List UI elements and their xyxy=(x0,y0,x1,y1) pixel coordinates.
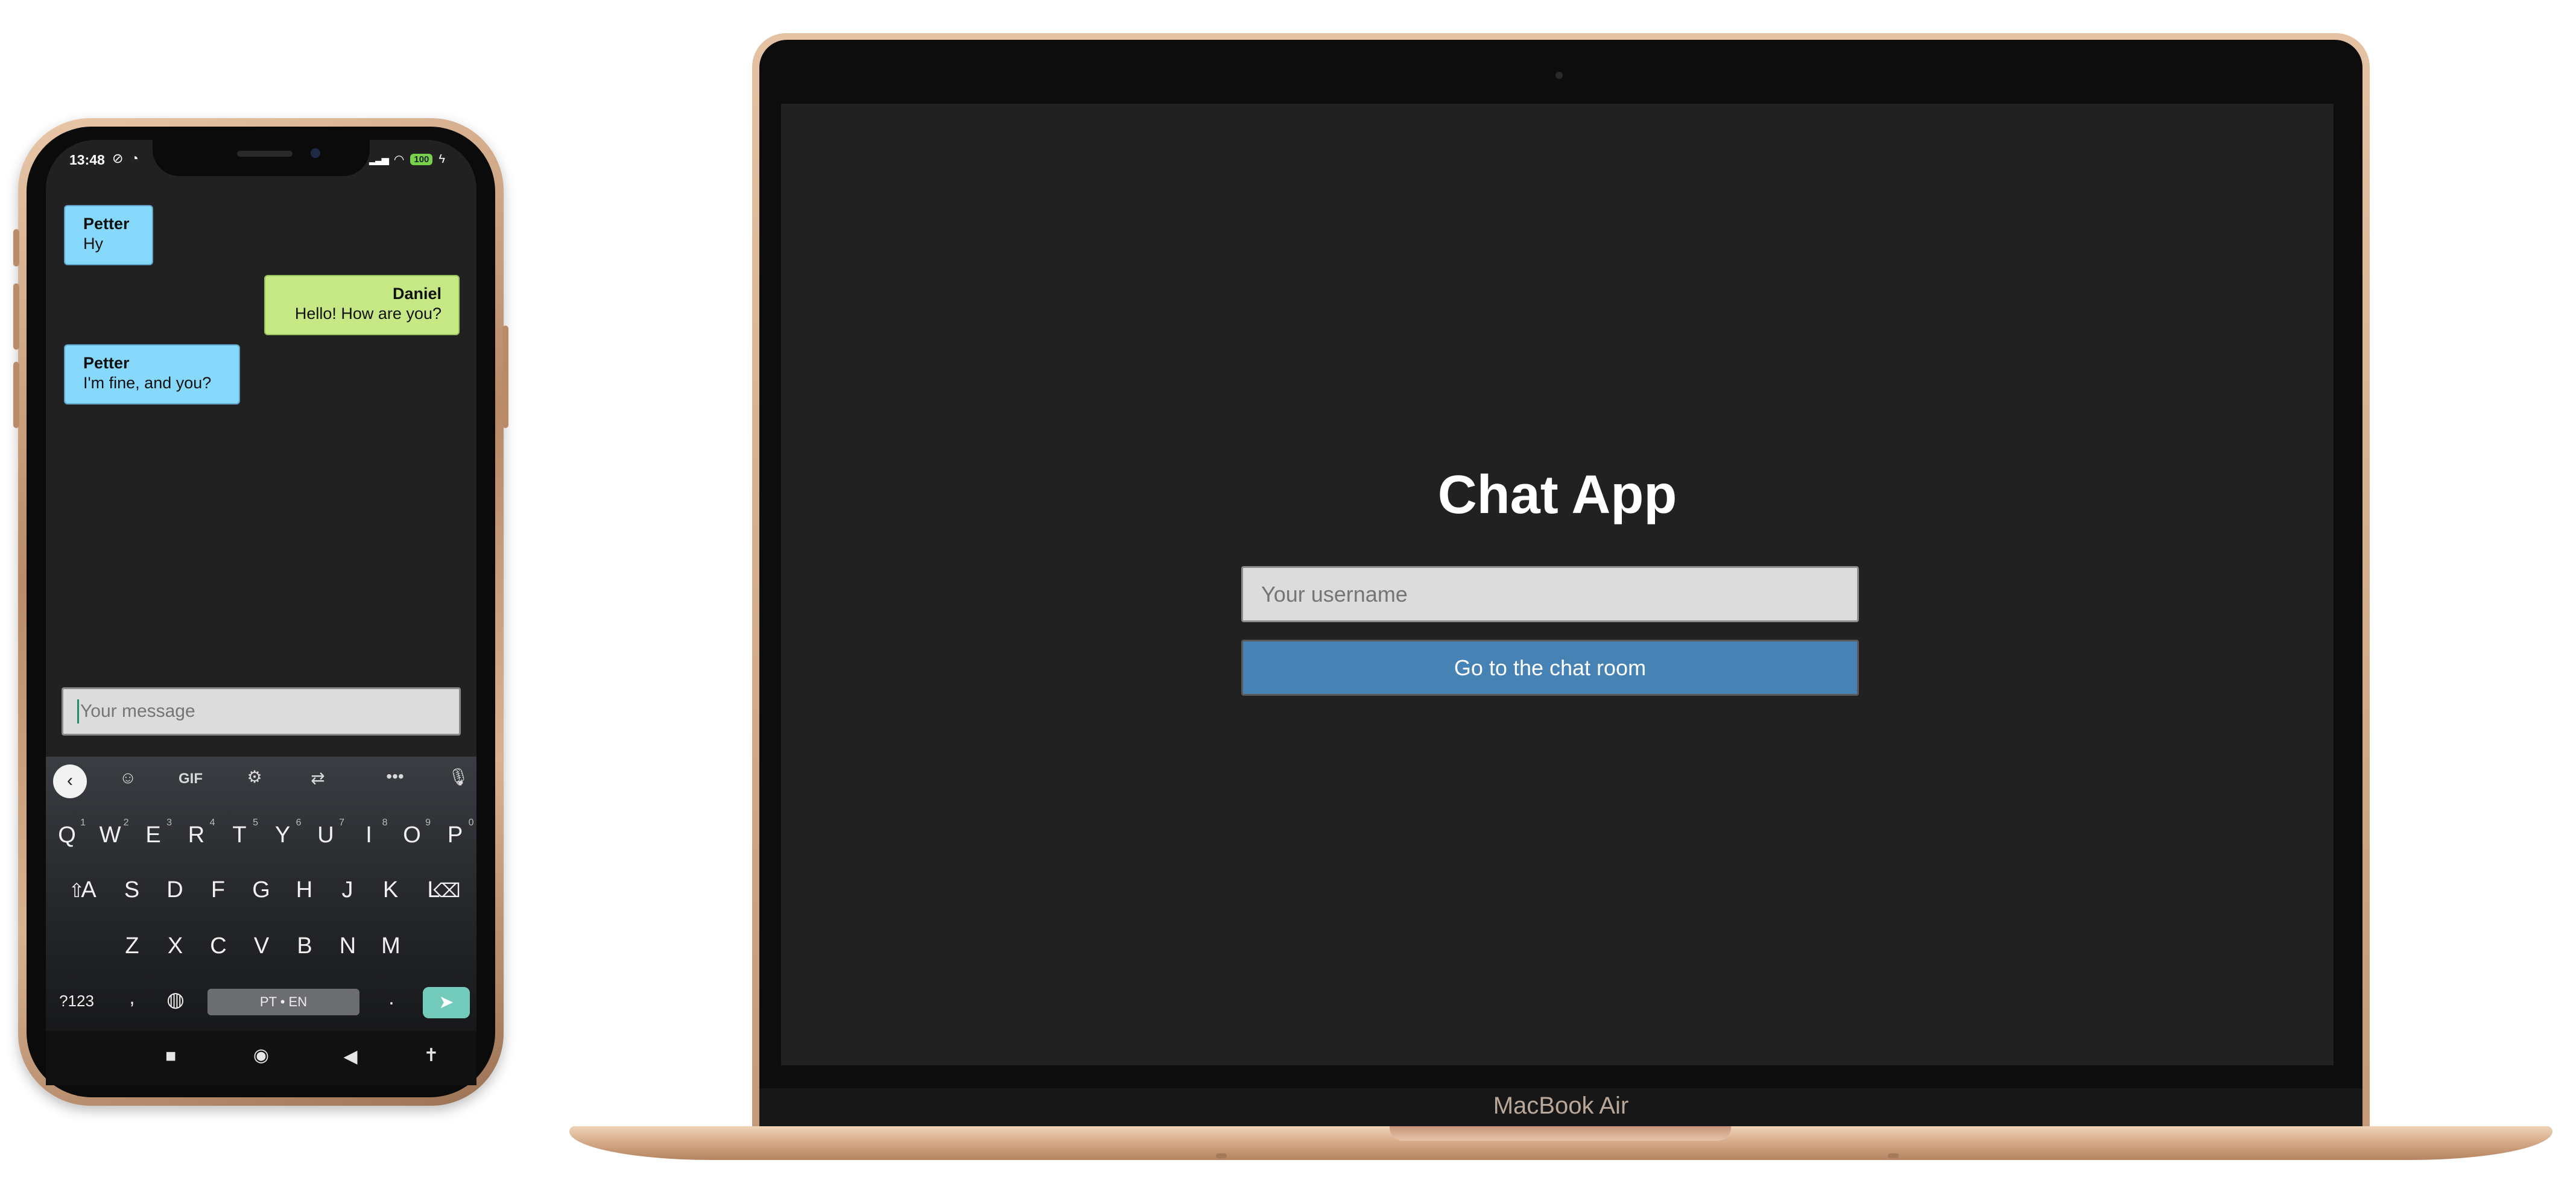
laptop-foot xyxy=(1216,1153,1227,1158)
message-text: Hello! How are you? xyxy=(294,304,441,323)
message-author: Daniel xyxy=(392,285,441,303)
translate-icon[interactable]: ⇄ xyxy=(300,768,336,788)
status-time: 13:48 xyxy=(69,152,105,168)
home-icon[interactable]: ◉ xyxy=(246,1045,276,1066)
microphone-icon[interactable]: 🎙 xyxy=(440,767,476,787)
recents-icon[interactable]: ■ xyxy=(156,1046,186,1067)
key-k[interactable]: K xyxy=(370,877,412,903)
message-text: Hy xyxy=(83,235,103,253)
key-q[interactable]: Q1 xyxy=(46,818,88,848)
key-x[interactable]: X xyxy=(154,933,197,959)
status-notification-icons: ⊘ ◔ xyxy=(112,151,139,166)
message-author: Petter xyxy=(83,215,130,233)
sticker-icon[interactable]: ☺ xyxy=(110,768,146,787)
gif-button[interactable]: GIF xyxy=(172,771,209,787)
key-f[interactable]: F xyxy=(197,877,239,903)
signal-icon: ▂▃▅ xyxy=(369,154,389,165)
key-hint: 8 xyxy=(382,818,388,828)
back-icon[interactable]: ◀ xyxy=(335,1046,366,1067)
chat-message: Daniel Hello! How are you? xyxy=(264,275,460,335)
charging-icon: ϟ xyxy=(438,153,445,166)
key-p[interactable]: P0 xyxy=(434,818,476,848)
silent-icon: ⊘ xyxy=(112,151,124,166)
page-title: Chat App xyxy=(1437,465,1677,525)
key-hint: 1 xyxy=(80,818,86,828)
key-hint: 3 xyxy=(166,818,172,828)
key-v[interactable]: V xyxy=(241,933,283,959)
globe-icon[interactable]: ◍ xyxy=(154,988,197,1012)
key-t[interactable]: T5 xyxy=(218,818,261,848)
key-r[interactable]: R4 xyxy=(176,818,218,848)
message-text: I'm fine, and you? xyxy=(83,374,212,392)
period-key[interactable]: . xyxy=(370,986,413,1010)
key-e[interactable]: E3 xyxy=(132,818,174,848)
key-c[interactable]: C xyxy=(197,933,239,959)
laptop-opening-notch xyxy=(1390,1126,1731,1141)
key-h[interactable]: H xyxy=(283,877,326,903)
key-d[interactable]: D xyxy=(154,877,196,903)
keyboard-collapse-button[interactable]: ‹ xyxy=(53,764,87,798)
chat-message: Petter Hy xyxy=(64,205,153,265)
laptop-camera xyxy=(1555,72,1563,79)
key-hint: 2 xyxy=(123,818,129,828)
key-hint: 7 xyxy=(339,818,344,828)
key-hint: 4 xyxy=(209,818,215,828)
phone-volume-up xyxy=(13,283,19,350)
key-i[interactable]: I8 xyxy=(348,818,390,848)
message-input[interactable] xyxy=(62,687,461,736)
laptop-foot xyxy=(1888,1153,1899,1158)
phone-power-button xyxy=(502,326,508,428)
key-y[interactable]: Y6 xyxy=(262,818,304,848)
key-m[interactable]: M xyxy=(370,933,412,959)
username-input[interactable] xyxy=(1241,566,1859,622)
backspace-key[interactable]: ⌫ xyxy=(426,879,468,902)
phone-volume-down xyxy=(13,362,19,428)
battery-badge: 100 xyxy=(410,154,433,165)
key-hint: 6 xyxy=(296,818,302,828)
comma-key[interactable]: , xyxy=(111,986,153,1009)
settings-gear-icon[interactable]: ⚙ xyxy=(236,767,273,787)
key-j[interactable]: J xyxy=(326,877,369,903)
shift-key[interactable]: ⇧ xyxy=(55,879,98,902)
key-s[interactable]: S xyxy=(111,877,153,903)
go-to-chat-room-button[interactable]: Go to the chat room xyxy=(1241,640,1859,696)
phone-mute-switch xyxy=(13,229,19,266)
message-author: Petter xyxy=(83,354,130,372)
key-n[interactable]: N xyxy=(327,933,369,959)
key-hint: 5 xyxy=(253,818,258,828)
chat-message: Petter I'm fine, and you? xyxy=(64,344,240,405)
status-bar-right: ▂▃▅ ◠ 100 ϟ xyxy=(369,152,445,167)
key-u[interactable]: U7 xyxy=(305,818,347,848)
key-hint: 0 xyxy=(468,818,474,828)
key-b[interactable]: B xyxy=(283,933,326,959)
more-options-button[interactable]: ••• xyxy=(377,767,413,786)
send-icon[interactable]: ➤ xyxy=(423,987,470,1018)
wifi-icon: ◠ xyxy=(393,153,405,166)
text-caret xyxy=(77,699,79,723)
laptop-model-label: MacBook Air xyxy=(1493,1092,1629,1119)
key-hint: 9 xyxy=(425,818,431,828)
space-key[interactable]: PT • EN xyxy=(207,989,359,1015)
key-o[interactable]: O9 xyxy=(391,818,433,848)
key-w[interactable]: W2 xyxy=(89,818,131,848)
symbols-key[interactable]: ?123 xyxy=(55,992,98,1010)
accessibility-icon[interactable]: ✝ xyxy=(416,1045,446,1066)
phone-notch xyxy=(153,137,370,176)
key-z[interactable]: Z xyxy=(111,933,153,959)
alarm-icon: ◔ xyxy=(130,151,139,166)
key-g[interactable]: G xyxy=(240,877,282,903)
